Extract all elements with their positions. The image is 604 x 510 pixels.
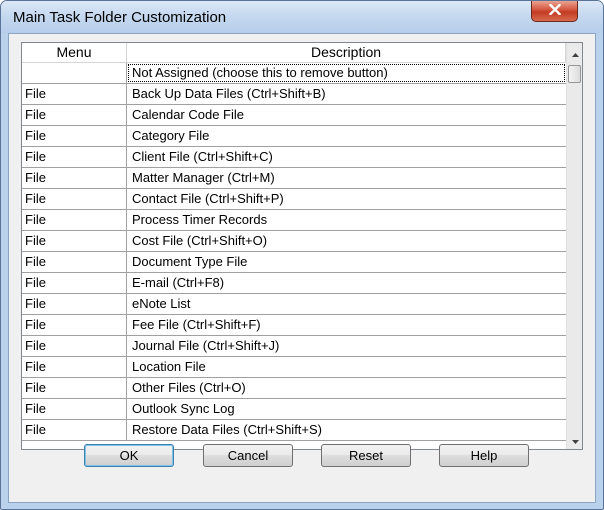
dialog-client-area: Menu Description Not Assigned (choose th… [8,33,596,503]
description-cell: eNote List [132,296,191,311]
menu-cell: File [22,399,127,419]
description-cell: Location File [132,359,206,374]
table-row[interactable]: File Back Up Data Files (Ctrl+Shift+B) [22,84,566,105]
menu-cell: File [22,315,127,335]
table-row[interactable]: File Fee File (Ctrl+Shift+F) [22,315,566,336]
description-cell: Document Type File [132,254,248,269]
close-button[interactable] [531,1,578,22]
menu-cell: File [22,252,127,272]
description-cell: E-mail (Ctrl+F8) [132,275,225,290]
arrow-up-icon [571,44,579,62]
table-row[interactable]: File Location File [22,357,566,378]
ok-button[interactable]: OK [84,444,174,467]
menu-cell: File [22,420,127,440]
menu-cell: File [22,84,127,104]
menu-cell: File [22,231,127,251]
menu-cell: File [22,105,127,125]
menu-cell: File [22,126,127,146]
menu-cell: File [22,147,127,167]
menu-cell: File [22,294,127,314]
description-cell: Journal File (Ctrl+Shift+J) [132,338,280,353]
scroll-thumb[interactable] [568,65,581,83]
description-cell: Fee File (Ctrl+Shift+F) [132,317,261,332]
table-row[interactable]: File Document Type File [22,252,566,273]
menu-cell: File [22,357,127,377]
dialog-window: Main Task Folder Customization Menu Desc… [0,0,604,510]
menu-cell: File [22,210,127,230]
table-row[interactable]: File Other Files (Ctrl+O) [22,378,566,399]
description-cell: Cost File (Ctrl+Shift+O) [132,233,268,248]
description-cell: Client File (Ctrl+Shift+C) [132,149,273,164]
description-cell: Other Files (Ctrl+O) [132,380,246,395]
menu-cell: File [22,273,127,293]
menu-grid: Menu Description Not Assigned (choose th… [21,42,583,450]
scroll-down-button[interactable] [567,431,582,449]
column-header-menu[interactable]: Menu [22,43,127,62]
help-button[interactable]: Help [439,444,529,467]
description-cell: Not Assigned (choose this to remove butt… [127,63,566,83]
menu-cell: File [22,378,127,398]
table-row[interactable]: File E-mail (Ctrl+F8) [22,273,566,294]
vertical-scrollbar[interactable] [566,43,582,449]
description-cell: Category File [132,128,210,143]
grid-header: Menu Description [22,43,566,63]
table-row[interactable]: File Journal File (Ctrl+Shift+J) [22,336,566,357]
menu-cell: File [22,189,127,209]
table-row[interactable]: Not Assigned (choose this to remove butt… [22,63,566,84]
description-cell: Contact File (Ctrl+Shift+P) [132,191,284,206]
scroll-up-button[interactable] [567,44,582,62]
table-row[interactable]: File Outlook Sync Log [22,399,566,420]
table-row[interactable]: File Process Timer Records [22,210,566,231]
table-row[interactable]: File Client File (Ctrl+Shift+C) [22,147,566,168]
table-row[interactable]: File Cost File (Ctrl+Shift+O) [22,231,566,252]
arrow-down-icon [571,431,579,449]
reset-button[interactable]: Reset [321,444,411,467]
menu-cell: File [22,168,127,188]
close-icon [548,2,561,20]
table-row[interactable]: File Matter Manager (Ctrl+M) [22,168,566,189]
table-row[interactable]: File eNote List [22,294,566,315]
menu-cell: File [22,336,127,356]
description-cell: Matter Manager (Ctrl+M) [132,170,275,185]
description-cell: Calendar Code File [132,107,245,122]
description-cell: Outlook Sync Log [132,401,235,416]
table-row[interactable]: File Calendar Code File [22,105,566,126]
description-cell: Restore Data Files (Ctrl+Shift+S) [132,422,323,437]
grid-rows: Not Assigned (choose this to remove butt… [22,63,566,441]
window-title: Main Task Folder Customization [13,9,227,26]
table-row[interactable]: File Category File [22,126,566,147]
table-row[interactable]: File Contact File (Ctrl+Shift+P) [22,189,566,210]
description-cell: Back Up Data Files (Ctrl+Shift+B) [132,86,326,101]
cancel-button[interactable]: Cancel [203,444,293,467]
title-bar[interactable]: Main Task Folder Customization [1,1,603,33]
menu-cell [22,63,127,83]
description-cell: Process Timer Records [132,212,268,227]
table-row[interactable]: File Restore Data Files (Ctrl+Shift+S) [22,420,566,441]
column-header-description[interactable]: Description [127,43,566,62]
